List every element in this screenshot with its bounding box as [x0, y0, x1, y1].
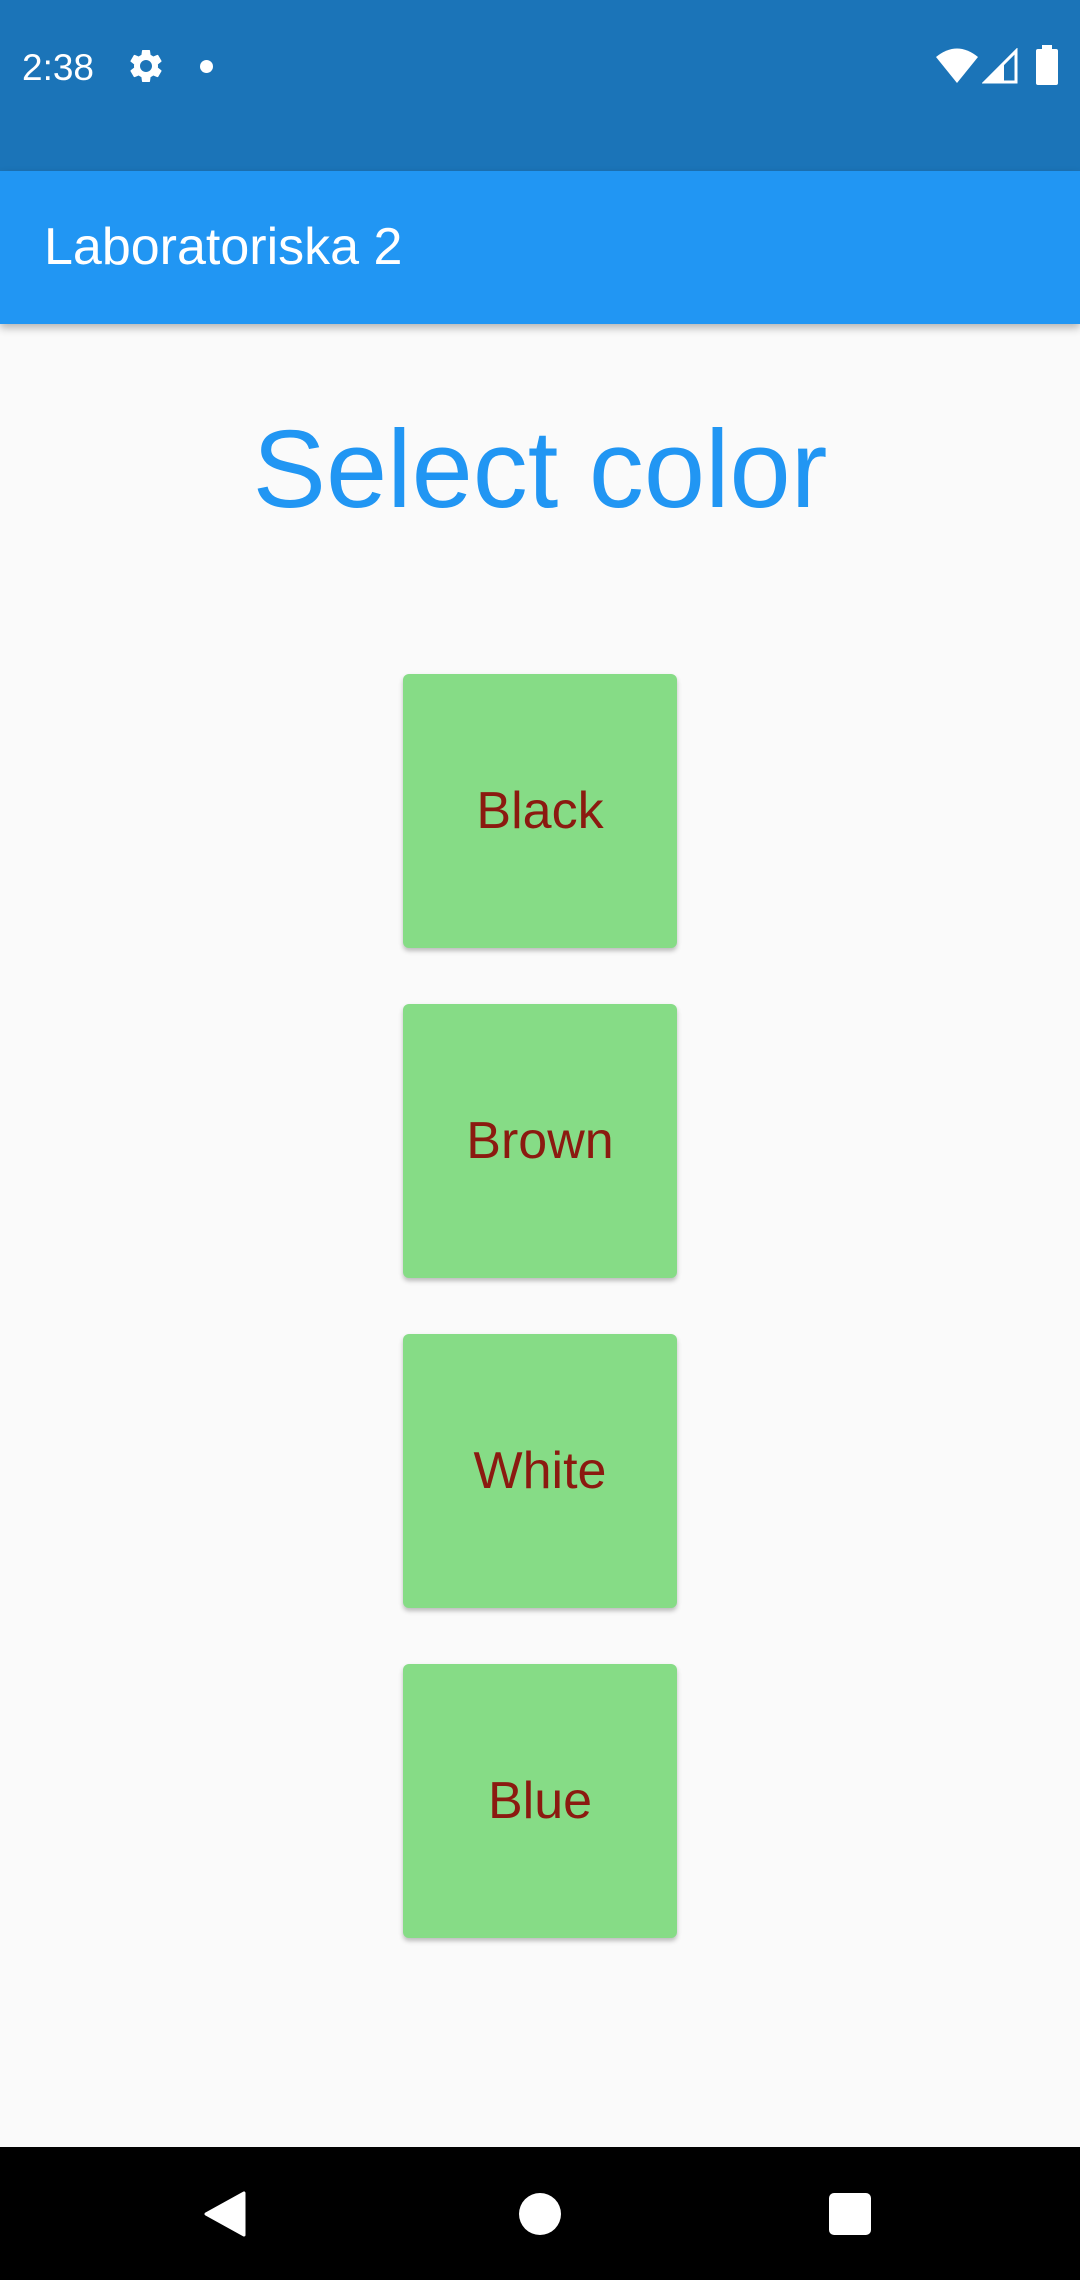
app-title: Laboratoriska 2 [44, 218, 403, 276]
brown-button-label: Brown [466, 1112, 614, 1170]
page-heading: Select color [252, 408, 828, 531]
app-bar: Laboratoriska 2 [0, 171, 1080, 324]
blue-button-label: Blue [487, 1772, 593, 1830]
status-bar: 2:38 [0, 0, 1080, 171]
recents-icon[interactable] [829, 2193, 871, 2235]
white-button[interactable]: White [403, 1334, 677, 1608]
black-button[interactable]: Black [403, 674, 677, 948]
battery-icon [1036, 45, 1058, 85]
app-screen: 2:38 Laboratoriska 2 Select color Black … [0, 0, 1080, 2280]
back-icon[interactable] [204, 2191, 246, 2237]
navigation-bar [0, 2147, 1080, 2280]
white-button-label: White [473, 1442, 607, 1500]
status-time: 2:38 [22, 47, 95, 88]
brown-button[interactable]: Brown [403, 1004, 677, 1278]
cell-signal-icon [982, 48, 1018, 84]
black-button-label: Black [476, 782, 604, 840]
gear-icon [130, 49, 162, 82]
notification-dot-icon [200, 60, 213, 73]
home-icon[interactable] [519, 2193, 561, 2235]
wifi-icon [936, 48, 978, 83]
blue-button[interactable]: Blue [403, 1664, 677, 1938]
